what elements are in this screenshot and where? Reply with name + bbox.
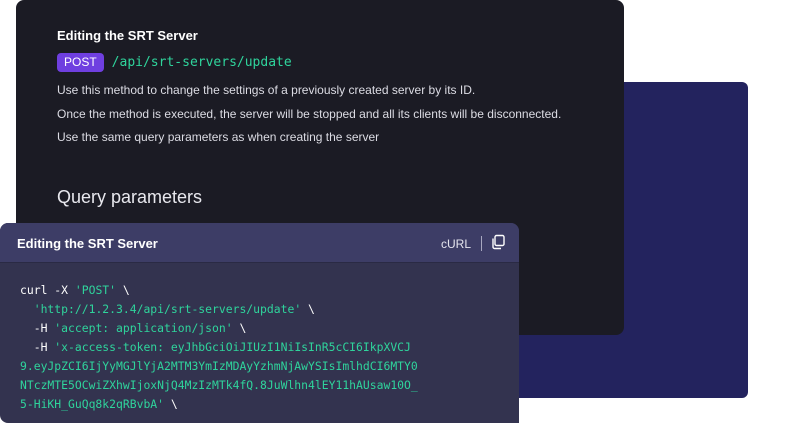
description-line: Once the method is executed, the server …: [57, 107, 562, 121]
code-line: 'http://1.2.3.4/api/srt-servers/update' …: [20, 300, 513, 319]
code-token: curl: [20, 283, 55, 297]
code-token: \: [232, 321, 247, 335]
code-sample-panel: Editing the SRT Server cURL curl -X 'POS…: [0, 223, 519, 423]
endpoint-row: POST /api/srt-servers/update: [57, 53, 292, 72]
code-token: 'http://1.2.3.4/api/srt-servers/update': [33, 302, 302, 316]
code-line: -H 'accept: application/json' \: [20, 319, 513, 338]
copy-icon[interactable]: [490, 234, 506, 250]
description-line: Use this method to change the settings o…: [57, 83, 476, 97]
code-token: 9.eyJpZCI6IjYyMGJlYjA2MTM3YmIzMDAyYzhmNj…: [20, 359, 418, 373]
code-token: 'x-access-token: eyJhbGciOiJIUzI1NiIsInR…: [54, 340, 411, 354]
code-token: \: [301, 302, 315, 316]
code-token: \: [164, 397, 178, 411]
code-line: 5-HiKH_GuQq8k2qRBvbA' \: [20, 395, 513, 414]
code-block: curl -X 'POST' \ 'http://1.2.3.4/api/srt…: [20, 281, 513, 414]
code-token: -H: [33, 321, 55, 335]
code-line: 9.eyJpZCI6IjYyMGJlYjA2MTM3YmIzMDAyYzhmNj…: [20, 357, 513, 376]
code-token: \: [116, 283, 130, 297]
code-token: -X: [54, 283, 75, 297]
code-sample-header: Editing the SRT Server cURL: [0, 223, 519, 263]
header-divider: [481, 236, 482, 251]
code-line: -H 'x-access-token: eyJhbGciOiJIUzI1NiIs…: [20, 338, 513, 357]
code-line: NTczMTE5OCwiZXhwIjoxNjQ4MzIzMTk4fQ.8JuWl…: [20, 376, 513, 395]
description-line: Use the same query parameters as when cr…: [57, 130, 380, 144]
code-sample-title: Editing the SRT Server: [17, 236, 158, 251]
language-selector[interactable]: cURL: [441, 237, 471, 251]
query-parameters-heading: Query parameters: [57, 187, 203, 207]
endpoint-path: /api/srt-servers/update: [111, 55, 292, 70]
doc-title: Editing the SRT Server: [57, 28, 198, 43]
code-token: 5-HiKH_GuQq8k2qRBvbA': [20, 397, 165, 411]
code-token: -H: [33, 340, 55, 354]
code-token: NTczMTE5OCwiZXhwIjoxNjQ4MzIzMTk4fQ.8JuWl…: [20, 378, 418, 392]
code-token: 'POST': [74, 283, 117, 297]
method-badge: POST: [57, 53, 104, 72]
code-token: 'accept: application/json': [54, 321, 233, 335]
code-line: curl -X 'POST' \: [20, 281, 513, 300]
